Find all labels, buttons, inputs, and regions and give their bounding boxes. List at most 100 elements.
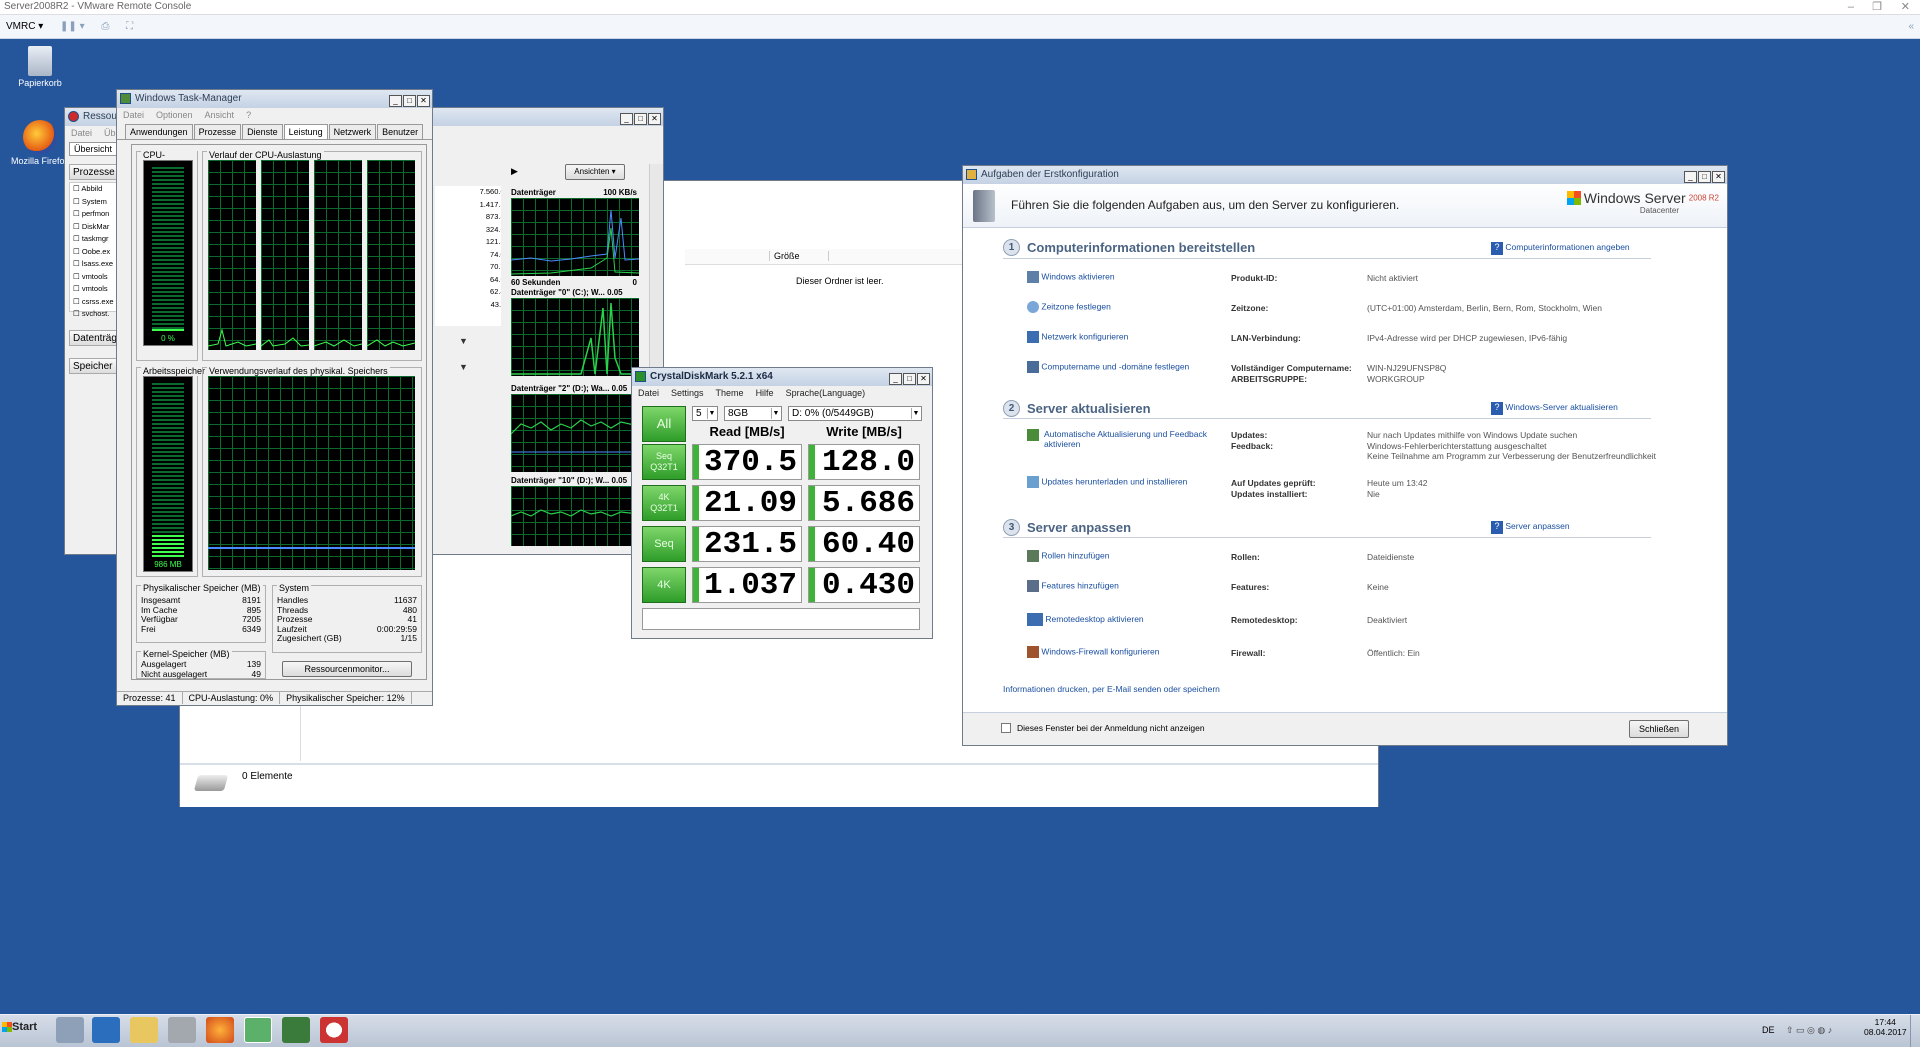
resource-monitor-button[interactable]: Ressourcenmonitor... <box>282 661 412 677</box>
section-datentraeger[interactable]: Datenträg <box>69 330 121 346</box>
firefox-taskbar-icon[interactable] <box>206 1017 234 1043</box>
menu-theme[interactable]: Theme <box>716 388 744 398</box>
close-icon[interactable]: ✕ <box>648 113 661 125</box>
task-configure-network[interactable]: Netzwerk konfigurieren <box>1027 331 1128 343</box>
close-icon[interactable]: ✕ <box>1712 171 1725 183</box>
menu-language[interactable]: Sprache(Language) <box>786 388 866 398</box>
section-help[interactable]: ? Computerinformationen angeben <box>1491 242 1630 255</box>
list-item[interactable]: ☐ vmtools <box>73 283 120 296</box>
minimize-icon[interactable]: _ <box>1684 171 1697 183</box>
task-activate-windows[interactable]: Windows aktivieren <box>1027 271 1115 283</box>
menu-datei[interactable]: Datei <box>638 388 659 398</box>
list-item[interactable]: ☐ DiskMar <box>73 221 120 234</box>
chevron-down-icon[interactable]: ▼ <box>459 362 468 372</box>
dont-show-checkbox[interactable] <box>1001 723 1011 733</box>
graph-title: Datenträger "0" (C:); W... 0.05 <box>511 288 623 297</box>
drive-select[interactable]: D: 0% (0/5449GB) ▼ <box>788 406 922 421</box>
start-button[interactable]: Start <box>2 1021 37 1033</box>
list-item[interactable]: ☐ perfmon <box>73 208 120 221</box>
tray-icons[interactable]: ⇧ ▭ ◎ ◍ ♪ <box>1786 1025 1832 1036</box>
comment-field[interactable] <box>642 608 920 630</box>
section-help[interactable]: ? Server anpassen <box>1491 521 1570 534</box>
seq-q32t1-button[interactable]: Seq Q32T1 <box>642 444 686 480</box>
seq-button[interactable]: Seq <box>642 526 686 562</box>
task-set-timezone[interactable]: Zeitzone festlegen <box>1027 301 1111 313</box>
tab-prozesse[interactable]: Prozesse <box>193 124 242 139</box>
maximize-icon[interactable]: □ <box>903 373 916 385</box>
pause-icon[interactable]: ❚❚ ▾ <box>60 15 85 39</box>
tab-uebersicht[interactable]: Übersicht <box>69 142 118 156</box>
tab-benutzer[interactable]: Benutzer <box>377 124 424 139</box>
task-computer-name[interactable]: Computername und -domäne festlegen <box>1027 361 1189 373</box>
task-add-features[interactable]: Features hinzufügen <box>1027 580 1119 592</box>
clock[interactable]: 17:44 08.04.2017 <box>1864 1017 1907 1037</box>
vmrc-library-icon[interactable]: « <box>1908 15 1914 39</box>
tab-netzwerk[interactable]: Netzwerk <box>328 124 377 139</box>
menu-datei[interactable]: Datei <box>71 128 92 138</box>
task-firewall[interactable]: Windows-Firewall konfigurieren <box>1027 646 1159 658</box>
4k-q32t1-button[interactable]: 4K Q32T1 <box>642 485 686 521</box>
resmon-taskbar-icon[interactable] <box>320 1017 348 1043</box>
list-item[interactable]: ☐ csrss.exe <box>73 296 120 309</box>
show-desktop-button[interactable] <box>1910 1015 1920 1047</box>
section-title: Server anpassen <box>1027 520 1132 535</box>
task-add-roles[interactable]: Rollen hinzufügen <box>1027 550 1109 562</box>
chevron-down-icon[interactable]: ▼ <box>459 336 468 346</box>
language-indicator[interactable]: DE <box>1762 1025 1775 1035</box>
maximize-icon[interactable]: □ <box>403 95 416 107</box>
maximize-icon[interactable]: □ <box>634 113 647 125</box>
size-select[interactable]: 8GB ▼ <box>724 406 782 421</box>
list-item[interactable]: ☐ vmtools <box>73 271 120 284</box>
panel-toggle-icon[interactable]: ▶ <box>511 166 518 177</box>
restore-icon[interactable]: ❐ <box>1872 0 1882 14</box>
menu-hilfe[interactable]: Hilfe <box>756 388 774 398</box>
section-help[interactable]: ? Windows-Server aktualisieren <box>1491 402 1618 415</box>
close-icon[interactable]: ✕ <box>917 373 930 385</box>
explorer-icon[interactable] <box>130 1017 158 1043</box>
print-info-link[interactable]: Informationen drucken, per E-Mail senden… <box>1003 684 1220 694</box>
views-button[interactable]: Ansichten ▾ <box>565 164 625 180</box>
process-header[interactable]: ☐ Abbild <box>73 183 120 196</box>
kernel-memory-group: Kernel-Speicher (MB) Ausgelagert 139 Nich… <box>136 649 266 679</box>
minimize-icon[interactable]: _ <box>889 373 902 385</box>
column-size[interactable]: Größe <box>769 251 829 261</box>
menu-optionen[interactable]: Optionen <box>156 110 193 120</box>
tab-anwendungen[interactable]: Anwendungen <box>125 124 193 139</box>
list-item[interactable]: ☐ Oobe.ex <box>73 246 120 259</box>
list-item[interactable]: ☐ lsass.exe <box>73 258 120 271</box>
vmrc-title-bar: Server2008R2 - VMware Remote Console – ❐… <box>0 0 1920 15</box>
section-speicher[interactable]: Speicher <box>69 358 121 374</box>
list-item[interactable]: ☐ taskmgr <box>73 233 120 246</box>
list-item[interactable]: ☐ svchost. <box>73 308 120 321</box>
close-icon[interactable]: ✕ <box>417 95 430 107</box>
all-button[interactable]: All <box>642 406 686 442</box>
taskmgr-taskbar-icon[interactable] <box>282 1017 310 1043</box>
menu-ansicht[interactable]: Ansicht <box>205 110 235 120</box>
vmrc-menu-button[interactable]: VMRC ▾ <box>6 21 43 32</box>
task-auto-update[interactable]: Automatische Aktualisierung und Feedback… <box>1027 429 1217 449</box>
server-tools-icon[interactable] <box>168 1017 196 1043</box>
minimize-icon[interactable]: _ <box>620 113 633 125</box>
menu-help[interactable]: ? <box>246 110 251 120</box>
section-prozesse[interactable]: Prozesse <box>69 164 121 180</box>
crystaldiskmark-taskbar-icon[interactable] <box>244 1017 272 1043</box>
menu-datei[interactable]: Datei <box>123 110 144 120</box>
close-button[interactable]: Schließen <box>1629 720 1689 738</box>
maximize-icon[interactable]: □ <box>1698 171 1711 183</box>
count-select[interactable]: 5 ▼ <box>692 406 718 421</box>
fullscreen-icon[interactable]: ⛶ <box>126 15 133 39</box>
task-download-updates[interactable]: Updates herunterladen und installieren <box>1027 476 1187 488</box>
menu-settings[interactable]: Settings <box>671 388 704 398</box>
server-manager-icon[interactable] <box>56 1017 84 1043</box>
minimize-icon[interactable]: – <box>1848 0 1854 14</box>
list-item[interactable]: ☐ System <box>73 196 120 209</box>
close-icon[interactable]: ✕ <box>1901 0 1910 14</box>
4k-button[interactable]: 4K <box>642 567 686 603</box>
powershell-icon[interactable] <box>92 1017 120 1043</box>
task-remote-desktop[interactable]: Remotedesktop aktivieren <box>1027 613 1144 626</box>
tab-dienste[interactable]: Dienste <box>242 124 283 139</box>
send-keys-icon[interactable]: ⎙ <box>101 15 109 39</box>
desktop-icon-recycle-bin[interactable]: Papierkorb <box>5 46 75 88</box>
minimize-icon[interactable]: _ <box>389 95 402 107</box>
tab-leistung[interactable]: Leistung <box>283 124 328 139</box>
